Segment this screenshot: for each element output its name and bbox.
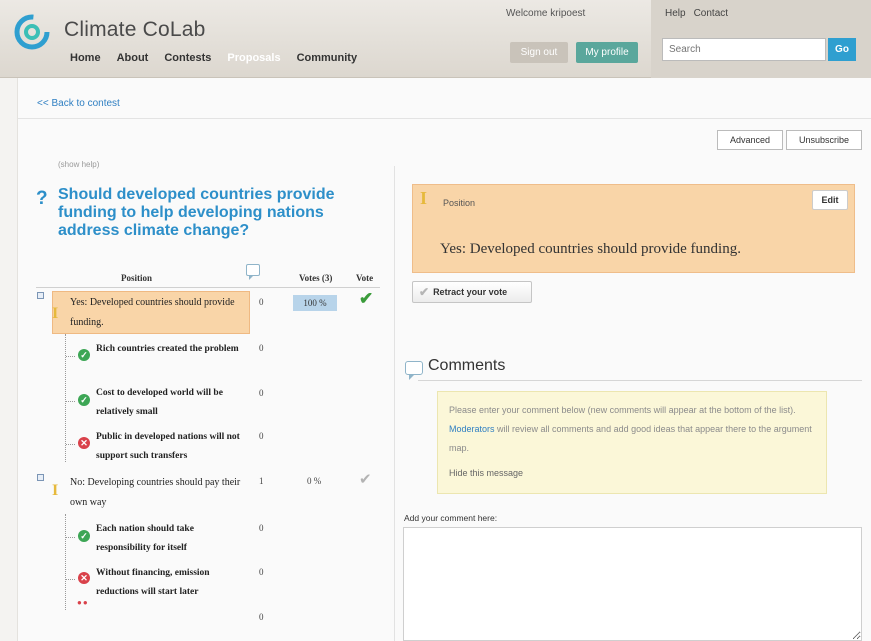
column-divider: [394, 166, 395, 641]
position-card-text: Yes: Developed countries should provide …: [440, 241, 741, 257]
show-help-link[interactable]: (show help): [58, 160, 99, 169]
argument-text[interactable]: Cost to developed world will be relative…: [96, 384, 252, 422]
collapse-toggle-icon[interactable]: [37, 292, 44, 299]
column-header-vote: Vote: [356, 273, 374, 283]
nav-community[interactable]: Community: [297, 52, 358, 64]
tree-branch: [66, 537, 75, 538]
position-icon: I: [52, 482, 59, 499]
argument-text[interactable]: Without financing, emission reductions w…: [96, 564, 246, 602]
con-argument-icon: ✕: [78, 437, 90, 449]
nav-about[interactable]: About: [117, 52, 149, 64]
main-nav: Home About Contests Proposals Community: [70, 52, 357, 64]
retract-vote-button[interactable]: ✔ Retract your vote: [412, 281, 532, 303]
search-go-button[interactable]: Go: [828, 38, 856, 61]
my-profile-button[interactable]: My profile: [576, 42, 638, 63]
contact-link[interactable]: Contact: [694, 8, 728, 19]
tree-branch: [66, 356, 75, 357]
collapse-toggle-icon[interactable]: [37, 474, 44, 481]
column-header-votes: Votes (3): [299, 273, 333, 283]
back-to-contest-link[interactable]: << Back to contest: [37, 98, 120, 109]
position-icon: I: [420, 188, 428, 208]
colab-logo-icon[interactable]: [12, 12, 52, 52]
position-text[interactable]: Yes: Developed countries should provide …: [70, 293, 250, 333]
comment-count: 0: [259, 567, 264, 577]
brand-name[interactable]: Climate CoLab: [64, 18, 206, 42]
comment-count: 0: [259, 431, 264, 441]
position-text[interactable]: No: Developing countries should pay thei…: [70, 473, 250, 513]
nav-contests[interactable]: Contests: [164, 52, 211, 64]
position-icon: I: [52, 305, 59, 322]
add-argument-icon[interactable]: ●●: [77, 598, 89, 607]
question-title: Should developed countries provide fundi…: [58, 186, 335, 239]
left-gutter: [0, 78, 18, 641]
search-input[interactable]: [662, 38, 826, 61]
argument-text[interactable]: Public in developed nations will not sup…: [96, 428, 252, 466]
comment-count: 0: [259, 388, 264, 398]
comments-heading: Comments: [428, 357, 506, 374]
question-mark-icon: ?: [36, 188, 48, 209]
argument-text[interactable]: Rich countries created the problem: [96, 340, 246, 359]
column-header-position: Position: [121, 273, 153, 283]
tree-branch: [66, 579, 75, 580]
notice-text-part: will review all comments and add good id…: [449, 424, 812, 453]
tree-connector: [65, 334, 66, 462]
tree-branch: [66, 444, 75, 445]
pro-argument-icon: ✓: [78, 394, 90, 406]
argument-text[interactable]: Each nation should take responsibility f…: [96, 520, 246, 558]
utility-links: Help Contact: [665, 8, 728, 19]
advanced-button[interactable]: Advanced: [717, 130, 783, 150]
divider: [418, 380, 862, 381]
position-card-label: Position: [443, 198, 476, 208]
check-icon: ✔: [419, 285, 430, 299]
site-header: Climate CoLab Home About Contests Propos…: [0, 0, 871, 78]
unsubscribe-button[interactable]: Unsubscribe: [786, 130, 862, 150]
vote-percent-bar: 100 %: [293, 295, 337, 311]
add-comment-label: Add your comment here:: [404, 513, 498, 523]
comments-icon: [405, 361, 423, 380]
con-argument-icon: ✕: [78, 572, 90, 584]
pro-argument-icon: ✓: [78, 349, 90, 361]
hide-message-link[interactable]: Hide this message: [449, 468, 523, 478]
comment-count: 1: [259, 476, 264, 486]
divider: [36, 287, 380, 288]
comment-count: 0: [259, 297, 264, 307]
welcome-text: Welcome kripoest: [506, 8, 586, 19]
comment-count: 0: [259, 343, 264, 353]
comment-textarea[interactable]: [403, 527, 862, 641]
retract-vote-label: Retract your vote: [433, 287, 508, 297]
vote-check-icon[interactable]: ✔: [359, 470, 372, 488]
sign-out-button[interactable]: Sign out: [510, 42, 568, 63]
edit-button[interactable]: Edit: [812, 190, 848, 210]
comment-icon: [246, 264, 260, 280]
moderators-link[interactable]: Moderators: [449, 424, 495, 434]
nav-proposals[interactable]: Proposals: [227, 52, 280, 64]
help-link[interactable]: Help: [665, 8, 686, 19]
comment-notice-text: Please enter your comment below (new com…: [449, 401, 819, 458]
position-card: [412, 184, 855, 273]
nav-home[interactable]: Home: [70, 52, 101, 64]
comment-count: 0: [259, 523, 264, 533]
vote-percent: 0 %: [307, 476, 322, 486]
divider: [18, 118, 871, 119]
pro-argument-icon: ✓: [78, 530, 90, 542]
tree-branch: [66, 401, 75, 402]
tree-connector: [65, 514, 66, 610]
notice-text-part: Please enter your comment below (new com…: [449, 405, 796, 415]
comment-count: 0: [259, 612, 264, 622]
voted-check-icon[interactable]: ✔: [359, 289, 373, 309]
